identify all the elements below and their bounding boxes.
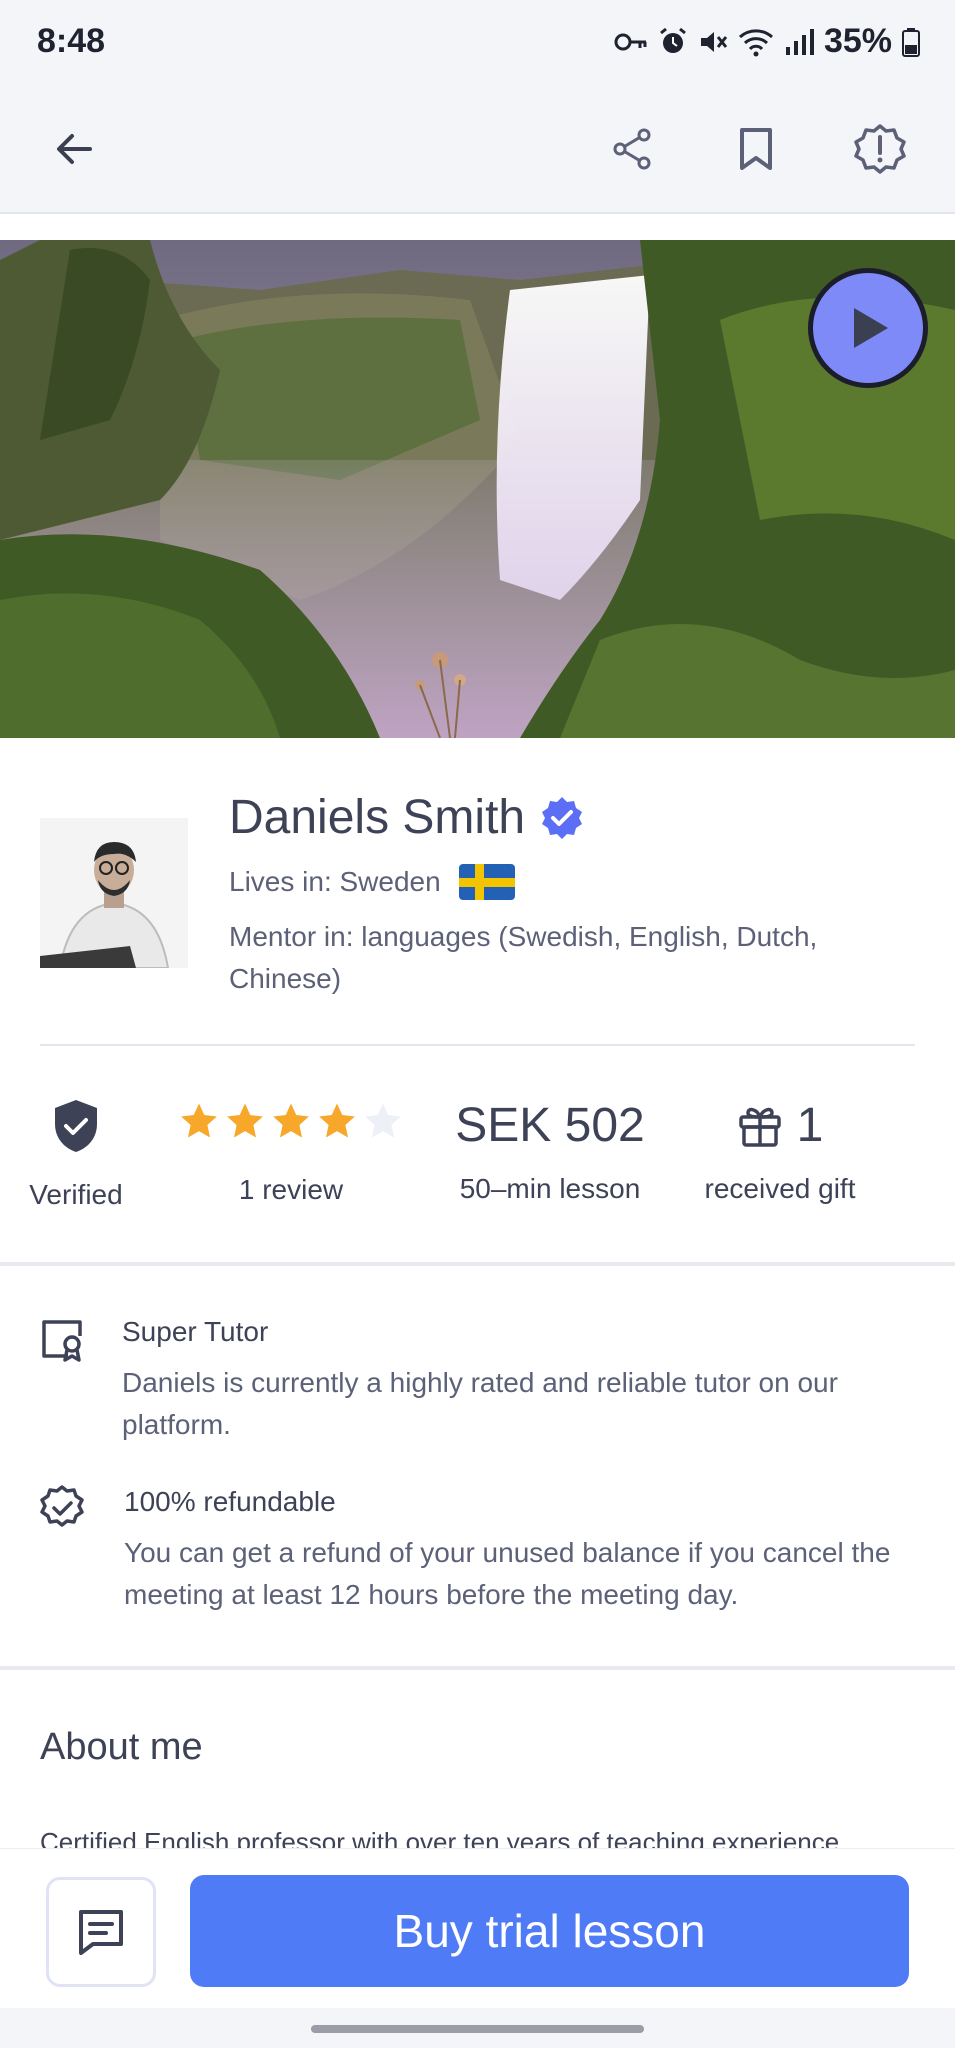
verified-badge-icon xyxy=(542,796,583,839)
status-time: 8:48 xyxy=(37,22,106,60)
verified-label: Verified xyxy=(29,1179,123,1210)
bottom-action-bar: Buy trial lesson xyxy=(0,1848,955,2008)
star-icon xyxy=(273,1103,309,1138)
lives-in: Lives in: Sweden xyxy=(229,864,515,900)
sweden-flag-icon xyxy=(458,864,515,900)
divider xyxy=(40,1044,915,1046)
shield-check-icon xyxy=(55,1100,97,1152)
lives-in-text: Lives in: Sweden xyxy=(229,866,441,897)
star-empty-icon xyxy=(365,1103,401,1138)
stats-row: Verified 1 review SEK 502 50–min lesson … xyxy=(0,1060,955,1260)
certificate-icon xyxy=(38,1316,86,1369)
status-bar: 8:48 35% xyxy=(0,0,955,84)
alarm-icon xyxy=(658,27,688,57)
avatar xyxy=(40,818,188,968)
star-icon xyxy=(227,1103,263,1138)
gifts-label: received gift xyxy=(704,1173,856,1204)
gift-count: 1 xyxy=(796,1099,824,1152)
bookmark-icon xyxy=(740,128,772,170)
price-stat: SEK 502 50–min lesson xyxy=(440,1098,660,1205)
mentor-in: Mentor in: languages (Swedish, English, … xyxy=(229,921,818,994)
section-divider xyxy=(0,1666,955,1670)
star-icon xyxy=(181,1103,217,1138)
about-title: About me xyxy=(40,1726,203,1768)
star-icon xyxy=(319,1103,355,1138)
gift-row: 1 xyxy=(690,1098,870,1153)
home-gesture-bar[interactable] xyxy=(311,2025,644,2033)
bookmark-button[interactable] xyxy=(726,119,786,179)
report-button[interactable] xyxy=(850,119,910,179)
about-text: Certified English professor with over te… xyxy=(40,1827,847,1850)
signal-icon xyxy=(784,27,814,57)
check-badge-icon xyxy=(38,1484,86,1537)
back-arrow-icon xyxy=(57,134,92,164)
mute-icon xyxy=(698,27,728,57)
back-button[interactable] xyxy=(44,119,104,179)
tutor-name: Daniels Smith xyxy=(229,791,526,844)
vpn-key-icon xyxy=(614,31,648,53)
feature-description: Daniels is currently a highly rated and … xyxy=(122,1367,838,1440)
report-icon xyxy=(854,124,906,174)
wifi-icon xyxy=(738,27,774,57)
battery-percent: 35% xyxy=(823,22,892,60)
reviews-label: 1 review xyxy=(238,1174,344,1205)
gift-icon xyxy=(738,1107,781,1147)
chat-icon xyxy=(79,1910,123,1955)
system-navigation xyxy=(0,2008,955,2048)
star-rating xyxy=(178,1100,404,1142)
intro-video[interactable] xyxy=(0,240,955,738)
play-button[interactable] xyxy=(808,268,928,388)
buy-trial-lesson-button[interactable]: Buy trial lesson xyxy=(190,1875,909,1987)
feature-title: Super Tutor xyxy=(122,1316,269,1347)
share-icon xyxy=(613,128,651,170)
play-icon xyxy=(854,308,888,348)
top-app-bar xyxy=(0,84,955,214)
share-button[interactable] xyxy=(602,119,662,179)
name-row: Daniels Smith xyxy=(229,790,585,845)
chat-button[interactable] xyxy=(46,1877,156,1987)
price-label: 50–min lesson xyxy=(459,1173,641,1204)
feature-title: 100% refundable xyxy=(124,1486,336,1517)
section-divider xyxy=(0,1262,955,1266)
price-value: SEK 502 xyxy=(455,1099,645,1152)
verified-stat: Verified xyxy=(20,1098,132,1211)
battery-icon xyxy=(902,27,920,57)
gifts-stat: 1 received gift xyxy=(690,1098,870,1205)
feature-description: You can get a refund of your unused bala… xyxy=(124,1537,891,1610)
status-icons: 35% xyxy=(614,22,920,61)
rating-stat[interactable]: 1 review xyxy=(178,1100,404,1206)
